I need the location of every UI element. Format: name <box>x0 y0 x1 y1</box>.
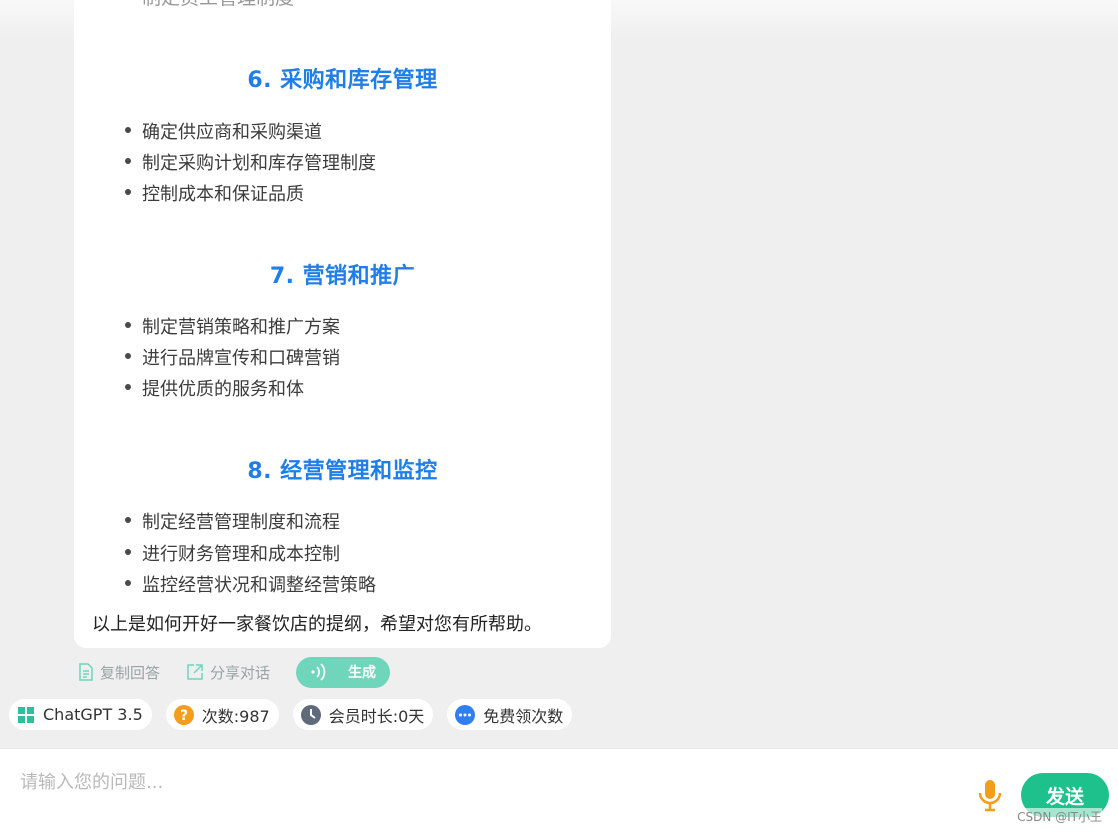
grid-icon <box>17 706 35 724</box>
free-credits-label: 免费领次数 <box>483 706 564 726</box>
cut-off-list-item: 制定员工管理制度 <box>142 0 294 8</box>
closing-text: 以上是如何开好一家餐饮店的提纲，希望对您有所帮助。 <box>92 614 542 635</box>
model-label: ChatGPT 3.5 <box>43 705 143 724</box>
share-chat-button[interactable]: 分享对话 <box>186 662 270 683</box>
free-credits-chip[interactable]: 免费领次数 <box>447 699 573 730</box>
status-chips: ChatGPT 3.5 ? 次数:987 会员时长:0天 免费领次数 <box>9 699 586 731</box>
answer-actions: 复制回答 分享对话 生成 <box>78 656 391 688</box>
list-item: 监控经营状况和调整经营策略 <box>125 571 376 597</box>
list-item: 进行品牌宣传和口碑营销 <box>125 344 340 370</box>
copy-answer-label: 复制回答 <box>100 663 161 682</box>
svg-text:?: ? <box>180 708 188 724</box>
section-heading: 6. 采购和库存管理 <box>247 68 438 93</box>
section-8: 8. 经营管理和监控 <box>74 453 611 485</box>
question-input[interactable] <box>18 767 922 797</box>
list-item: 控制成本和保证品质 <box>125 180 304 206</box>
list-item: 提供优质的服务和体 <box>125 375 304 401</box>
more-dots-icon <box>455 704 476 725</box>
usage-count-chip[interactable]: ? 次数:987 <box>165 699 279 730</box>
membership-chip[interactable]: 会员时长:0天 <box>292 699 434 730</box>
copy-answer-button[interactable]: 复制回答 <box>78 662 160 683</box>
section-heading: 7. 营销和推广 <box>269 264 416 289</box>
section-heading: 8. 经营管理和监控 <box>247 459 438 484</box>
watermark: CSDN @IT小王 <box>1017 808 1102 825</box>
answer-card: 制定员工管理制度 6. 采购和库存管理 确定供应商和采购渠道 制定采购计划和库存… <box>74 0 611 648</box>
list-item: 制定营销策略和推广方案 <box>125 313 340 339</box>
chat-page: 制定员工管理制度 6. 采购和库存管理 确定供应商和采购渠道 制定采购计划和库存… <box>0 0 1118 833</box>
section-7: 7. 营销和推广 <box>74 258 611 290</box>
list-item: 制定经营管理制度和流程 <box>125 508 340 534</box>
membership-label: 会员时长:0天 <box>328 706 425 726</box>
list-item: 进行财务管理和成本控制 <box>125 540 340 566</box>
model-select-chip[interactable]: ChatGPT 3.5 <box>9 699 152 730</box>
usage-count-label: 次数:987 <box>201 706 270 726</box>
question-icon: ? <box>173 704 194 725</box>
share-chat-label: 分享对话 <box>210 663 271 682</box>
clock-icon <box>300 704 321 725</box>
input-bar: 发送 <box>0 748 1118 833</box>
list-item: 确定供应商和采购渠道 <box>125 118 322 144</box>
generate-label: 生成 <box>348 665 377 681</box>
section-6: 6. 采购和库存管理 <box>74 62 611 94</box>
generate-audio-button[interactable]: 生成 <box>296 656 391 688</box>
share-icon <box>187 664 203 680</box>
list-item: 制定采购计划和库存管理制度 <box>125 149 376 175</box>
sound-wave-icon <box>308 661 330 683</box>
microphone-icon[interactable] <box>977 779 1003 817</box>
document-icon <box>79 663 93 681</box>
